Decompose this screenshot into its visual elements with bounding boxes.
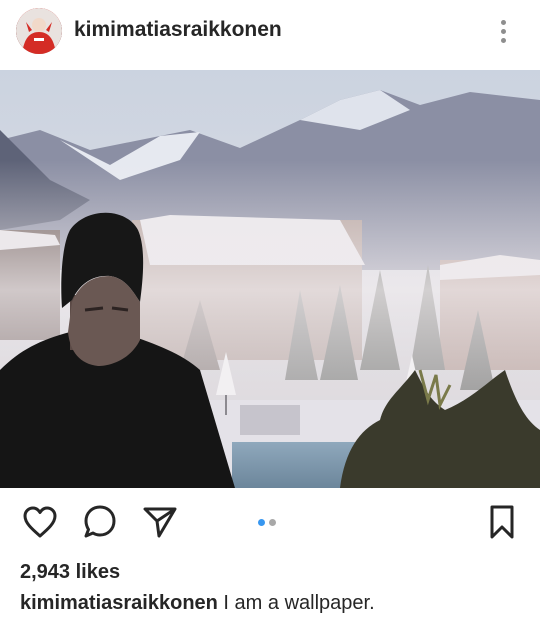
comment-icon — [84, 505, 116, 538]
wallpaper-photo — [0, 70, 540, 488]
post-photo[interactable] — [0, 70, 540, 488]
share-button[interactable] — [138, 500, 182, 544]
avatar-image — [16, 8, 62, 54]
post-caption: kimimatiasraikkonen I am a wallpaper. — [20, 592, 375, 615]
bookmark-icon — [490, 505, 514, 539]
likes-count[interactable]: 2,943 likes — [20, 561, 120, 584]
more-dot — [500, 37, 506, 43]
more-dot — [500, 19, 506, 25]
save-button[interactable] — [480, 500, 524, 544]
more-dot — [500, 28, 506, 34]
carousel-dot-active — [258, 519, 265, 526]
send-icon — [143, 507, 177, 538]
avatar[interactable] — [16, 8, 62, 54]
comment-button[interactable] — [78, 500, 122, 544]
post-username[interactable]: kimimatiasraikkonen — [74, 18, 282, 42]
heart-icon — [23, 506, 57, 538]
caption-username[interactable]: kimimatiasraikkonen — [20, 592, 218, 614]
post-header: kimimatiasraikkonen — [0, 0, 540, 70]
carousel-dot — [269, 519, 276, 526]
like-button[interactable] — [18, 500, 62, 544]
caption-text: I am a wallpaper. — [217, 592, 375, 614]
more-options-icon[interactable] — [488, 14, 518, 48]
carousel-indicator — [258, 519, 276, 526]
